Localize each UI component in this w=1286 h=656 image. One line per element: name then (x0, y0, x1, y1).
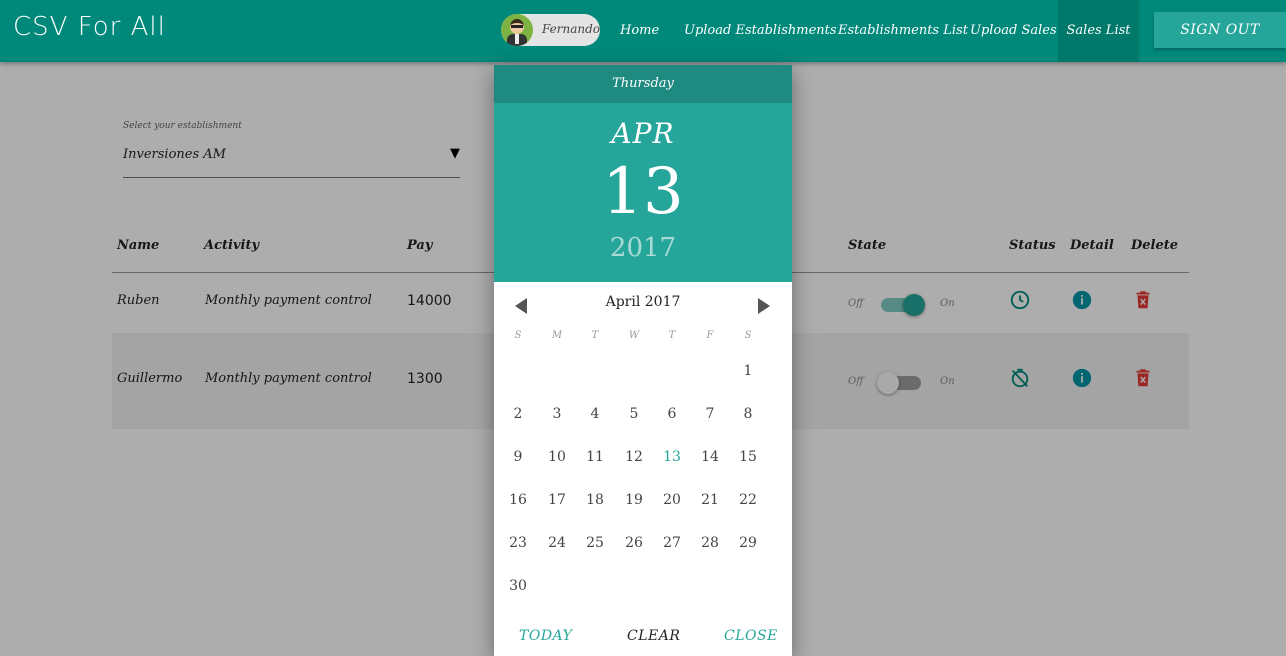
calendar-day[interactable]: 29 (733, 531, 763, 555)
calendar-day[interactable]: 26 (619, 531, 649, 555)
calendar-day[interactable]: 1 (733, 359, 763, 383)
calendar-day[interactable]: 25 (580, 531, 610, 555)
calendar-day[interactable]: 12 (619, 445, 649, 469)
sign-out-button[interactable]: SIGN OUT (1154, 12, 1286, 48)
calendar-day[interactable]: 4 (580, 402, 610, 426)
calendar-day[interactable]: 2 (503, 402, 533, 426)
clear-button[interactable]: CLEAR (627, 628, 680, 644)
picker-date-display: APR 13 2017 (494, 103, 792, 282)
calendar-day[interactable]: 16 (503, 488, 533, 512)
calendar-day[interactable]: 20 (657, 488, 687, 512)
calendar-day[interactable]: 22 (733, 488, 763, 512)
calendar-day[interactable]: 8 (733, 402, 763, 426)
close-button[interactable]: CLOSE (724, 628, 778, 644)
avatar (501, 14, 533, 46)
picker-year[interactable]: 2017 (494, 233, 792, 263)
weekday-header: W (628, 330, 640, 341)
calendar-day[interactable]: 5 (619, 402, 649, 426)
calendar-day[interactable]: 11 (580, 445, 610, 469)
calendar-day[interactable]: 9 (503, 445, 533, 469)
calendar-day[interactable]: 15 (733, 445, 763, 469)
nav-home[interactable]: Home (620, 0, 659, 62)
weekday-header: T (668, 330, 676, 341)
calendar-day[interactable]: 18 (580, 488, 610, 512)
calendar-day[interactable]: 10 (542, 445, 572, 469)
nav-upload-sales[interactable]: Upload Sales (970, 0, 1057, 62)
weekday-header: T (591, 330, 599, 341)
picker-weekday: Thursday (494, 65, 792, 103)
navbar: CSV For All Fernando Home Upload Establi… (0, 0, 1286, 62)
weekday-header: M (551, 330, 563, 341)
calendar-day[interactable]: 6 (657, 402, 687, 426)
calendar-day[interactable]: 27 (657, 531, 687, 555)
picker-day: 13 (602, 155, 684, 229)
next-month-icon[interactable] (758, 298, 770, 314)
today-button[interactable]: TODAY (519, 628, 572, 644)
picker-month-year: April 2017 (605, 294, 681, 310)
user-chip[interactable]: Fernando (501, 14, 600, 46)
calendar-day[interactable]: 24 (542, 531, 572, 555)
weekday-header: S (744, 330, 752, 341)
calendar-day[interactable]: 13 (657, 445, 687, 469)
brand-logo[interactable]: CSV For All (13, 12, 166, 42)
calendar-day[interactable]: 23 (503, 531, 533, 555)
calendar-day[interactable]: 17 (542, 488, 572, 512)
calendar-day[interactable]: 21 (695, 488, 725, 512)
nav-establishments-list[interactable]: Establishments List (838, 0, 968, 62)
user-name: Fernando (542, 22, 601, 36)
calendar-day[interactable]: 19 (619, 488, 649, 512)
weekday-header: S (514, 330, 522, 341)
calendar-day[interactable]: 28 (695, 531, 725, 555)
nav-upload-establishments[interactable]: Upload Establishments (684, 0, 837, 62)
picker-month: APR (611, 117, 675, 150)
nav-sales-list[interactable]: Sales List (1058, 0, 1139, 62)
calendar-day[interactable]: 3 (542, 402, 572, 426)
calendar-day[interactable]: 30 (503, 574, 533, 598)
calendar-day[interactable]: 7 (695, 402, 725, 426)
calendar-day[interactable]: 14 (695, 445, 725, 469)
weekday-header: F (706, 330, 714, 341)
date-picker: Thursday APR 13 2017 April 2017 SMTWTFS … (494, 65, 792, 656)
